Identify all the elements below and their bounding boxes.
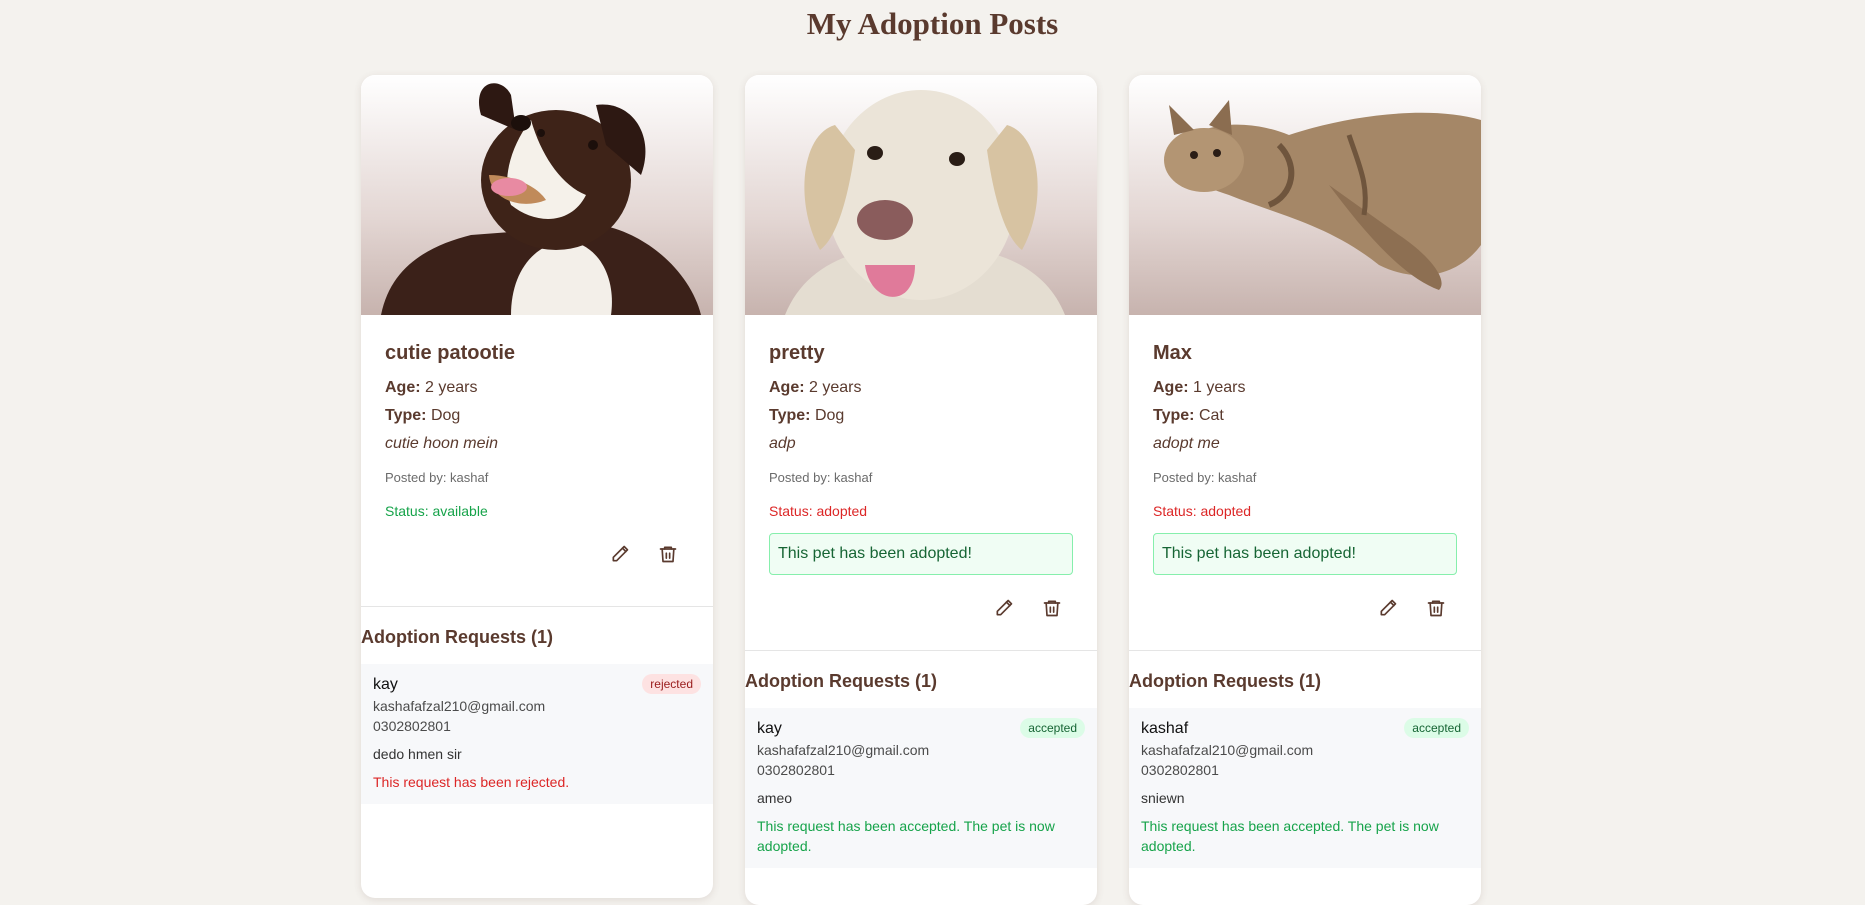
request-message: sniewn bbox=[1141, 790, 1185, 806]
pet-type: Type: Cat bbox=[1153, 402, 1457, 430]
age-value: 1 years bbox=[1193, 379, 1246, 396]
posted-by: Posted by: kashaf bbox=[385, 470, 489, 485]
age-label: Age: bbox=[1153, 379, 1189, 396]
request-message: dedo hmen sir bbox=[373, 746, 462, 762]
posted-by: Posted by: kashaf bbox=[1153, 470, 1257, 485]
status-badge: rejected bbox=[642, 674, 701, 694]
pet-age: Age: 2 years bbox=[769, 374, 1073, 402]
requester-phone: 0302802801 bbox=[373, 718, 451, 734]
adoption-request: kay kashafafzal210@gmail.com 0302802801 … bbox=[745, 708, 1097, 868]
age-label: Age: bbox=[385, 379, 421, 396]
pet-photo bbox=[745, 75, 1097, 315]
pet-description: adopt me bbox=[1153, 435, 1220, 452]
requester-email: kashafafzal210@gmail.com bbox=[373, 698, 546, 714]
adoption-post-card: cutie patootie Age: 2 years Type: Dog cu… bbox=[361, 75, 713, 898]
pet-type: Type: Dog bbox=[385, 402, 689, 430]
status-text: Status: available bbox=[385, 503, 488, 519]
status-badge: accepted bbox=[1020, 718, 1085, 738]
pet-description: adp bbox=[769, 435, 796, 452]
edit-pencil-icon[interactable] bbox=[607, 541, 633, 567]
pet-photo bbox=[1129, 75, 1481, 315]
request-status-note: This request has been rejected. bbox=[373, 774, 570, 790]
request-message: ameo bbox=[757, 790, 793, 806]
requests-title: Adoption Requests (1) bbox=[1129, 671, 1321, 691]
adoption-request: kashaf kashafafzal210@gmail.com 03028028… bbox=[1129, 708, 1481, 868]
adoption-post-card: Max Age: 1 years Type: Cat adopt me Post… bbox=[1129, 75, 1481, 905]
type-value: Dog bbox=[430, 407, 461, 424]
pet-age: Age: 1 years bbox=[1153, 374, 1457, 402]
pet-description: cutie hoon mein bbox=[385, 435, 498, 452]
requester-email: kashafafzal210@gmail.com bbox=[757, 742, 930, 758]
edit-pencil-icon[interactable] bbox=[1375, 595, 1401, 621]
adoption-request: kay kashafafzal210@gmail.com 0302802801 … bbox=[361, 664, 713, 804]
pet-photo bbox=[361, 75, 713, 315]
type-label: Type: bbox=[769, 407, 811, 424]
pet-age: Age: 2 years bbox=[385, 374, 689, 402]
requests-title: Adoption Requests (1) bbox=[361, 627, 553, 647]
edit-pencil-icon[interactable] bbox=[991, 595, 1017, 621]
requester-email: kashafafzal210@gmail.com bbox=[1141, 742, 1314, 758]
page-title: My Adoption Posts bbox=[806, 6, 1059, 41]
request-status-note: This request has been accepted. The pet … bbox=[757, 818, 1055, 854]
requester-phone: 0302802801 bbox=[757, 762, 835, 778]
type-value: Cat bbox=[1198, 407, 1224, 424]
pet-name: cutie patootie bbox=[385, 342, 516, 364]
status-text: Status: adopted bbox=[769, 503, 868, 519]
pet-name: Max bbox=[1153, 342, 1192, 364]
type-label: Type: bbox=[1153, 407, 1195, 424]
age-value: 2 years bbox=[809, 379, 862, 396]
post-actions bbox=[769, 595, 1073, 623]
delete-trash-icon[interactable] bbox=[655, 541, 681, 567]
status-badge: accepted bbox=[1404, 718, 1469, 738]
delete-trash-icon[interactable] bbox=[1423, 595, 1449, 621]
age-value: 2 years bbox=[425, 379, 478, 396]
request-status-note: This request has been accepted. The pet … bbox=[1141, 818, 1439, 854]
pet-type: Type: Dog bbox=[769, 402, 1073, 430]
requester-phone: 0302802801 bbox=[1141, 762, 1219, 778]
adoption-post-card: pretty Age: 2 years Type: Dog adp Posted… bbox=[745, 75, 1097, 905]
type-value: Dog bbox=[814, 407, 845, 424]
delete-trash-icon[interactable] bbox=[1039, 595, 1065, 621]
type-label: Type: bbox=[385, 407, 427, 424]
post-actions bbox=[385, 541, 689, 569]
status-text: Status: adopted bbox=[1153, 503, 1252, 519]
posted-by: Posted by: kashaf bbox=[769, 470, 873, 485]
pet-name: pretty bbox=[769, 342, 825, 364]
adopted-notice: This pet has been adopted! bbox=[769, 533, 1073, 575]
requests-title: Adoption Requests (1) bbox=[745, 671, 937, 691]
age-label: Age: bbox=[769, 379, 805, 396]
adopted-notice: This pet has been adopted! bbox=[1153, 533, 1457, 575]
post-actions bbox=[1153, 595, 1457, 623]
